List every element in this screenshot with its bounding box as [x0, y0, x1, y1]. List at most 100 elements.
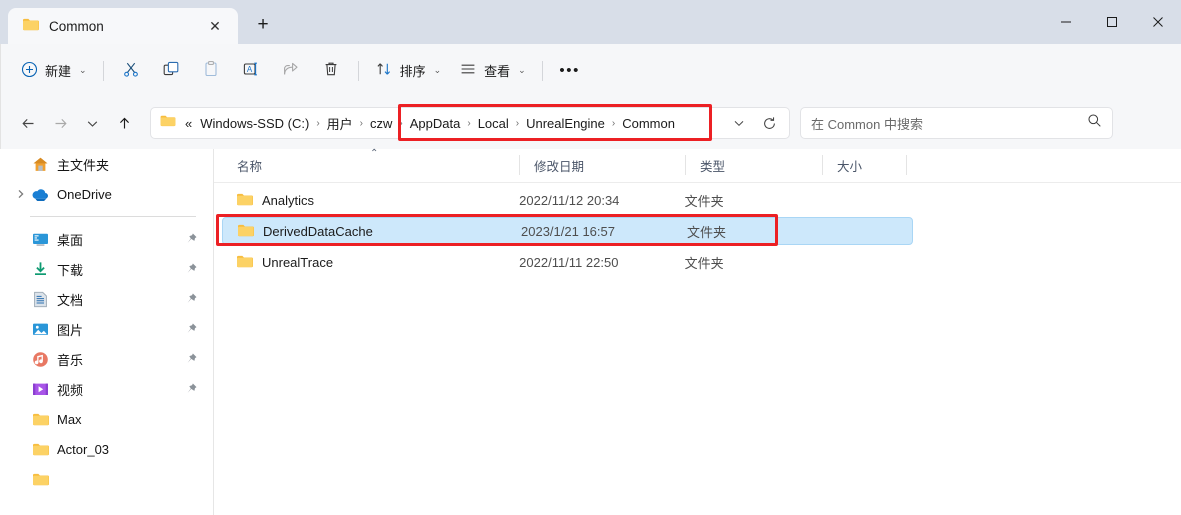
new-tab-button[interactable]: + [246, 8, 280, 42]
cloud-icon [29, 187, 51, 201]
sidebar-item-label: 下载 [57, 262, 84, 278]
file-name-label: DerivedDataCache [263, 223, 373, 239]
file-type-cell: 文件夹 [684, 255, 724, 271]
breadcrumb-item-4[interactable]: Local [473, 113, 514, 134]
column-date[interactable]: 修改日期 [520, 149, 686, 182]
breadcrumb-overflow[interactable]: « [182, 113, 195, 134]
breadcrumb[interactable]: « Windows-SSD (C:) › 用户 › czw › AppData … [150, 107, 790, 139]
sidebar-item-onedrive[interactable]: OneDrive [4, 179, 208, 209]
folder-icon [236, 192, 253, 209]
minimize-icon[interactable] [1043, 0, 1089, 44]
maximize-icon[interactable] [1089, 0, 1135, 44]
pin-icon[interactable] [184, 382, 198, 401]
pin-icon[interactable] [184, 262, 198, 281]
view-button[interactable]: 查看 ⌄ [450, 54, 535, 88]
breadcrumb-item-3[interactable]: AppData [405, 113, 466, 134]
paste-button[interactable] [191, 54, 231, 88]
sort-icon [375, 60, 393, 81]
file-type-cell: 文件夹 [687, 224, 727, 240]
share-button[interactable] [271, 54, 311, 88]
more-button[interactable]: ••• [550, 54, 590, 88]
chevron-right-icon: › [467, 117, 471, 129]
sidebar-item-home[interactable]: 主文件夹 [4, 149, 208, 179]
file-name-cell: Analytics [222, 186, 519, 214]
sidebar-item-label: Actor_03 [57, 441, 110, 457]
sidebar-item-partial[interactable] [4, 464, 208, 494]
pin-icon[interactable] [184, 292, 198, 311]
back-button[interactable] [12, 107, 44, 139]
close-icon[interactable] [1135, 0, 1181, 44]
folder-icon [22, 17, 39, 36]
refresh-button[interactable] [755, 110, 783, 136]
sidebar-item-documents[interactable]: 文档 [4, 284, 208, 314]
sidebar-item-label: OneDrive [57, 186, 112, 202]
new-button[interactable]: 新建 ⌄ [12, 54, 96, 88]
chevron-right-icon[interactable] [12, 189, 29, 199]
delete-button[interactable] [311, 54, 351, 88]
folder-icon [237, 223, 254, 240]
new-button-label: 新建 [45, 64, 72, 79]
breadcrumb-item-2[interactable]: czw [365, 113, 397, 134]
table-row[interactable]: Analytics 2022/11/12 20:34 文件夹 [222, 186, 905, 214]
window-controls [1043, 0, 1181, 44]
copy-button[interactable] [151, 54, 191, 88]
cut-button[interactable] [111, 54, 151, 88]
file-name-cell: UnrealTrace [222, 248, 519, 276]
recent-locations-button[interactable] [76, 107, 108, 139]
column-name[interactable]: 名称 ⌃ [214, 149, 520, 182]
trash-icon [322, 60, 340, 81]
sidebar-item-label: 文档 [57, 292, 84, 308]
breadcrumb-tail [725, 110, 789, 136]
pin-icon[interactable] [184, 232, 198, 251]
sidebar-item-label: 桌面 [57, 232, 84, 248]
file-size-cell [824, 218, 908, 244]
sidebar-item-music[interactable]: 音乐 [4, 344, 208, 374]
chevron-right-icon: › [399, 117, 403, 129]
column-size[interactable]: 大小 [823, 149, 907, 182]
file-date-cell: 2022/11/12 20:34 [519, 192, 620, 208]
sidebar-item-downloads[interactable]: 下载 [4, 254, 208, 284]
breadcrumb-item-0[interactable]: Windows-SSD (C:) [195, 113, 314, 134]
file-date-cell: 2022/11/11 22:50 [519, 254, 619, 270]
up-button[interactable] [108, 107, 140, 139]
download-icon [29, 261, 51, 277]
chevron-right-icon: › [611, 117, 616, 129]
document-icon [29, 291, 51, 308]
table-row[interactable]: DerivedDataCache 2023/1/21 16:57 文件夹 [222, 217, 913, 245]
tab-label: Common [49, 18, 104, 34]
ellipsis-icon: ••• [559, 62, 580, 79]
music-icon [29, 351, 51, 368]
column-date-label: 修改日期 [534, 160, 585, 174]
toolbar-separator [102, 60, 104, 81]
tab-strip: Common ✕ + [0, 0, 1043, 44]
column-type[interactable]: 类型 [686, 149, 823, 182]
folder-icon [29, 472, 51, 486]
column-name-label: 名称 [237, 160, 263, 174]
sidebar-item-max[interactable]: Max [4, 404, 208, 434]
sidebar-item-label: Max [57, 411, 82, 427]
sidebar-item-desktop[interactable]: 桌面 [4, 224, 208, 254]
file-size-cell [821, 186, 905, 214]
pin-icon[interactable] [184, 322, 198, 341]
sort-button[interactable]: 排序 ⌄ [366, 54, 451, 88]
sidebar-item-actor03[interactable]: Actor_03 [4, 434, 208, 464]
rename-button[interactable]: A [231, 54, 271, 88]
forward-button[interactable] [44, 107, 76, 139]
tab-common[interactable]: Common ✕ [8, 8, 238, 44]
table-row[interactable]: UnrealTrace 2022/11/11 22:50 文件夹 [222, 248, 905, 276]
close-icon[interactable]: ✕ [202, 13, 228, 39]
pin-icon[interactable] [184, 352, 198, 371]
breadcrumb-item-1[interactable]: 用户 [322, 111, 358, 136]
breadcrumb-dropdown-button[interactable] [725, 110, 753, 136]
file-name-label: UnrealTrace [262, 254, 334, 270]
video-icon [29, 382, 51, 397]
file-name-label: Analytics [262, 192, 315, 208]
toolbar-separator [357, 60, 359, 81]
sidebar-item-pictures[interactable]: 图片 [4, 314, 208, 344]
search-box[interactable]: 在 Common 中搜索 [800, 107, 1113, 139]
search-icon[interactable] [1087, 113, 1102, 133]
breadcrumb-item-5[interactable]: UnrealEngine [521, 113, 610, 134]
breadcrumb-item-6[interactable]: Common [617, 113, 680, 134]
search-input[interactable]: 在 Common 中搜索 [811, 114, 1087, 133]
sidebar-item-videos[interactable]: 视频 [4, 374, 208, 404]
